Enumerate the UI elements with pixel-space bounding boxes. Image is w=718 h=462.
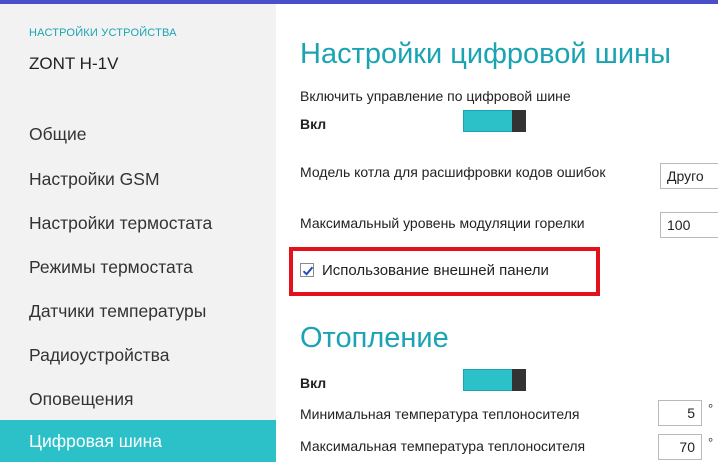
highlight-box — [289, 247, 600, 296]
sidebar: НАСТРОЙКИ УСТРОЙСТВА ZONT H-1V Общие Нас… — [0, 4, 276, 462]
max-modulation-input[interactable]: 100 — [660, 212, 718, 238]
sidebar-item-gsm[interactable]: Настройки GSM — [0, 158, 276, 200]
heating-state: Вкл — [300, 375, 327, 391]
boiler-model-select[interactable]: Друго — [660, 163, 718, 189]
max-temp-unit: ° — [708, 435, 714, 450]
toggle-knob — [512, 110, 526, 132]
sidebar-item-notifications[interactable]: Оповещения — [0, 378, 276, 420]
min-temp-label: Минимальная температура теплоносителя — [300, 406, 580, 422]
heating-toggle[interactable] — [463, 369, 526, 391]
toggle-on-fill — [463, 110, 513, 132]
sidebar-caption: НАСТРОЙКИ УСТРОЙСТВА — [29, 27, 177, 39]
sidebar-item-thermostat-settings[interactable]: Настройки термостата — [0, 202, 276, 244]
sidebar-item-radio-devices[interactable]: Радиоустройства — [0, 334, 276, 376]
digital-bus-toggle[interactable] — [463, 110, 526, 132]
sidebar-item-general[interactable]: Общие — [0, 113, 276, 155]
enable-digital-bus-state: Вкл — [300, 116, 327, 132]
toggle-knob — [512, 369, 526, 391]
min-temp-input[interactable]: 5 — [658, 400, 702, 426]
boiler-model-label: Модель котла для расшифровки кодов ошибо… — [300, 164, 606, 180]
device-name: ZONT H-1V — [29, 54, 119, 73]
min-temp-unit: ° — [708, 401, 714, 416]
max-modulation-label: Максимальный уровень модуляции горелки — [300, 215, 585, 231]
digital-bus-title: Настройки цифровой шины — [300, 38, 671, 70]
sidebar-item-digital-bus[interactable]: Цифровая шина — [0, 420, 276, 462]
max-temp-label: Максимальная температура теплоносителя — [300, 438, 586, 454]
max-temp-input[interactable]: 70 — [658, 434, 702, 460]
sidebar-item-thermostat-modes[interactable]: Режимы термостата — [0, 246, 276, 288]
enable-digital-bus-label: Включить управление по цифровой шине — [300, 88, 571, 104]
heating-title: Отопление — [300, 322, 449, 354]
sidebar-item-temperature-sensors[interactable]: Датчики температуры — [0, 290, 276, 332]
main-content: Настройки цифровой шины Включить управле… — [276, 4, 718, 462]
toggle-on-fill — [463, 369, 513, 391]
